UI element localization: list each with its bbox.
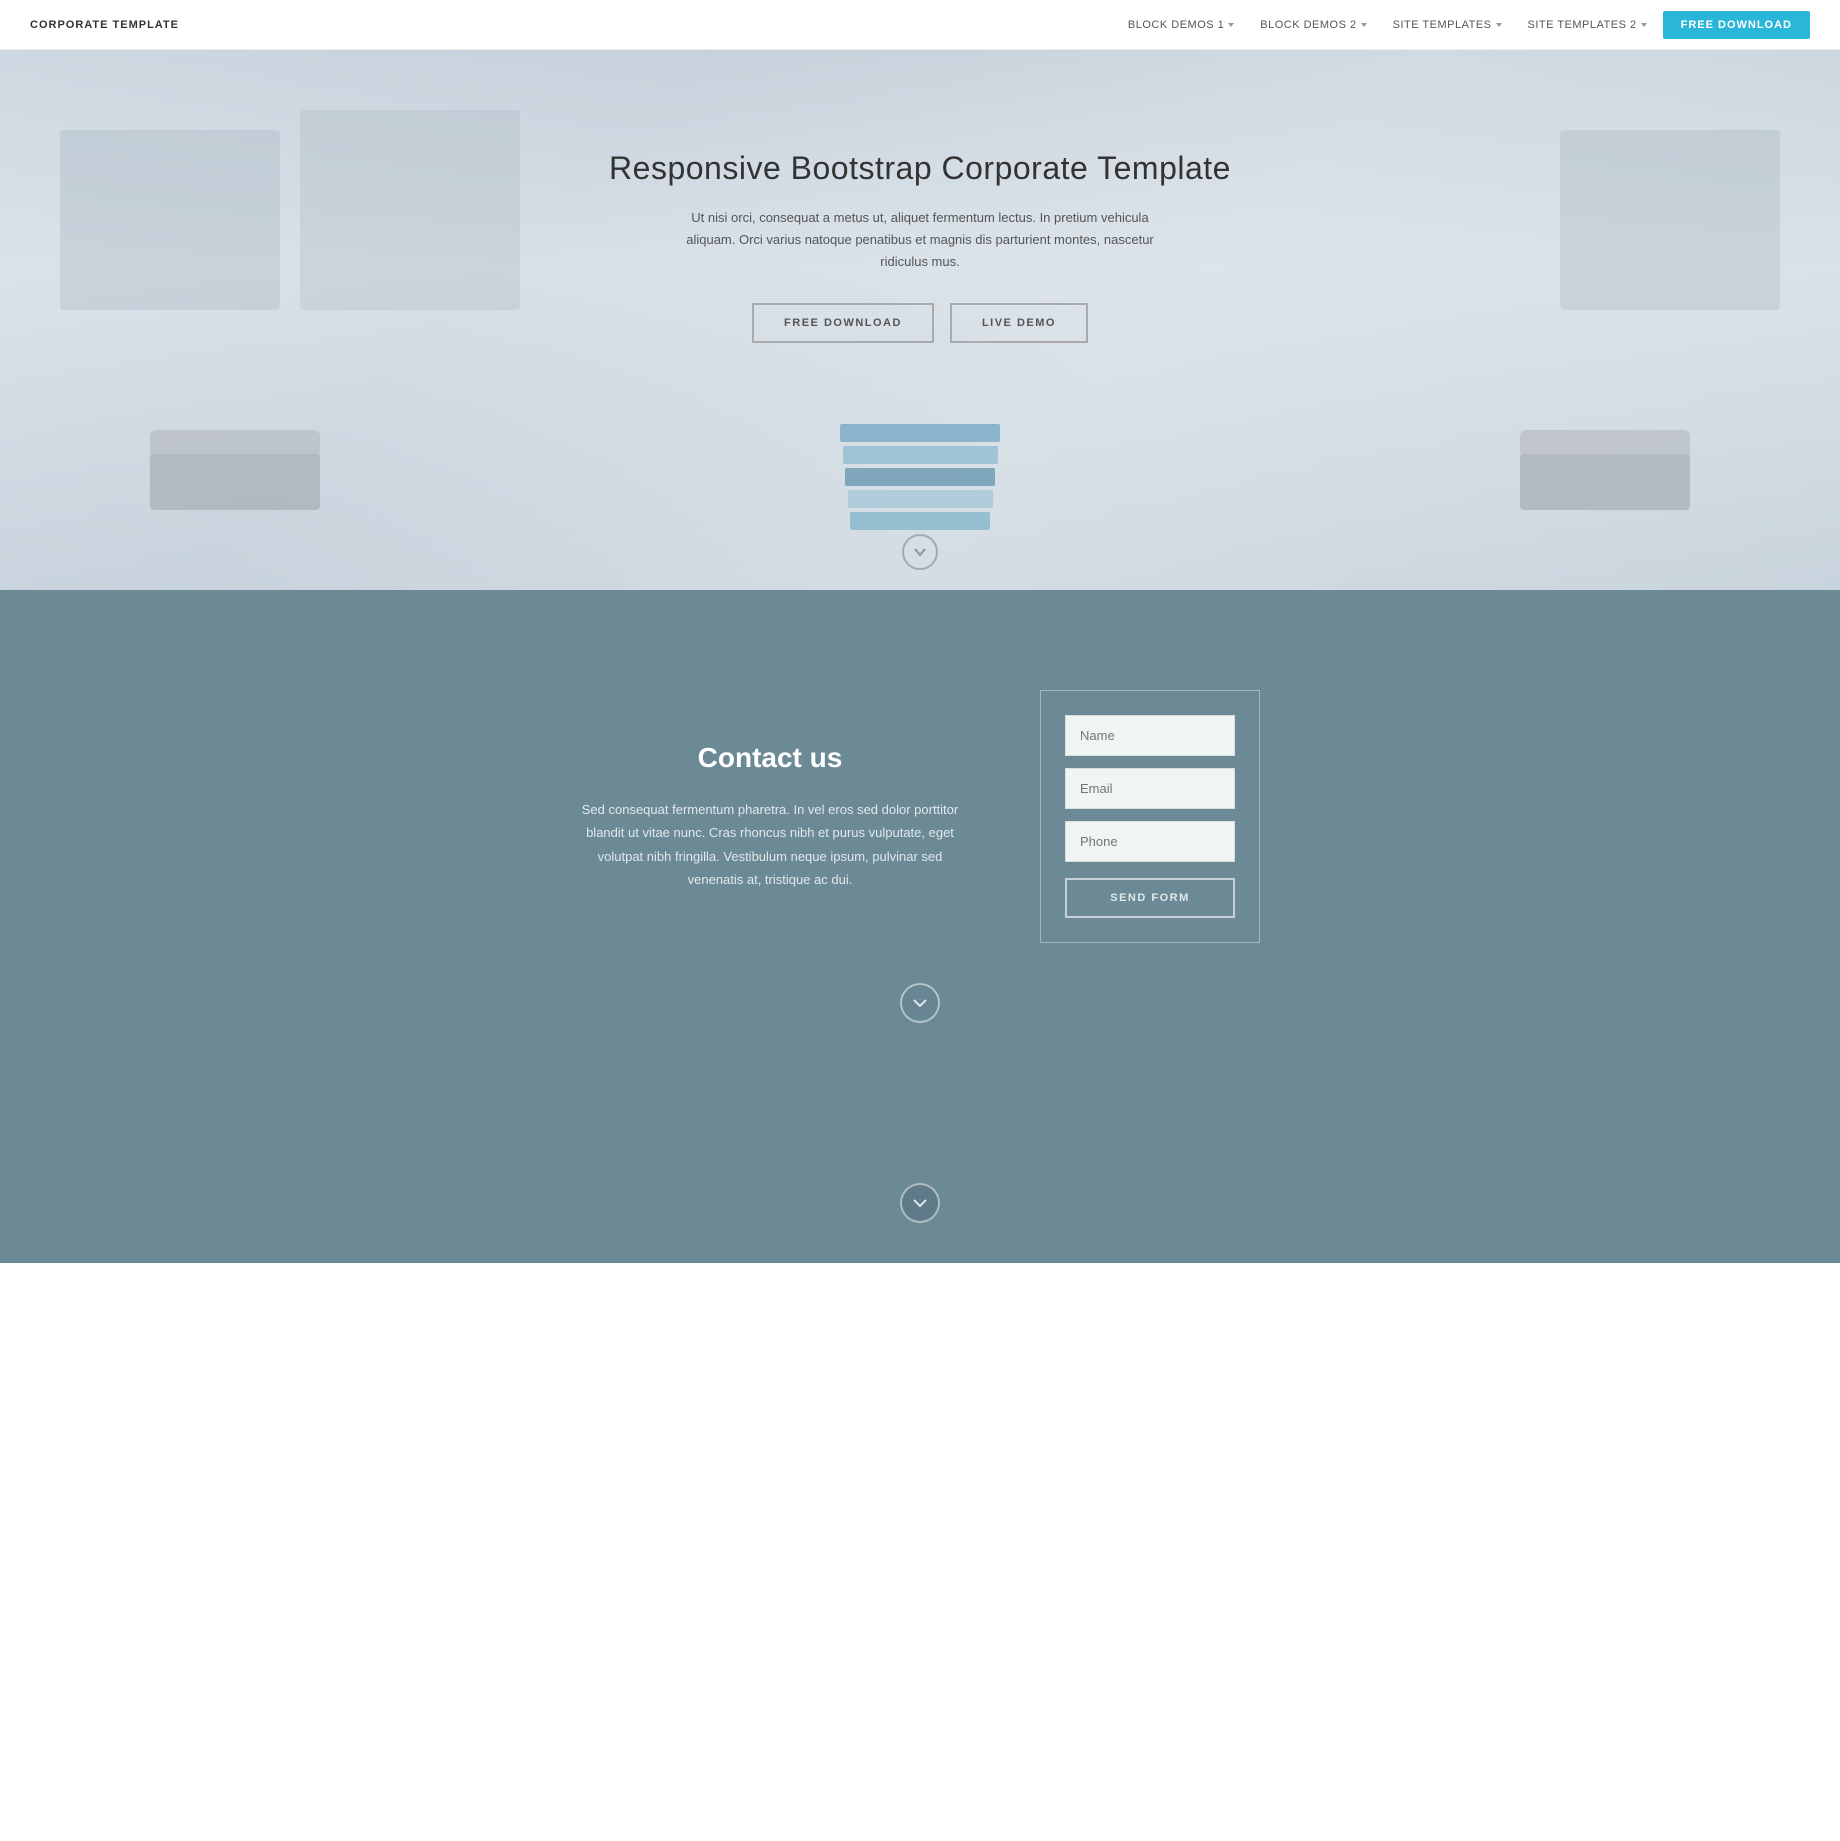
hero-shelf-right — [1560, 130, 1780, 310]
sofa-right-decoration — [1520, 450, 1690, 510]
nav-brand: CORPORATE TEMPLATE — [30, 19, 179, 31]
nav-link-site-templates-2[interactable]: SITE TEMPLATES 2 — [1518, 13, 1657, 37]
caret-icon — [1496, 23, 1502, 27]
hero-description: Ut nisi orci, consequat a metus ut, aliq… — [670, 207, 1170, 273]
contact-left-column: Contact us Sed consequat fermentum phare… — [580, 742, 960, 892]
chevron-down-icon — [912, 1195, 928, 1211]
book-stack — [820, 410, 1020, 530]
contact-email-input[interactable] — [1065, 768, 1235, 809]
book-3 — [845, 468, 995, 486]
hero-live-demo-button[interactable]: LIVE DEMO — [950, 303, 1088, 343]
nav-link-block-demos-1[interactable]: BLOCK DEMOS 1 — [1118, 13, 1244, 37]
caret-icon — [1641, 23, 1647, 27]
nav-link-block-demos-2[interactable]: BLOCK DEMOS 2 — [1250, 13, 1376, 37]
hero-buttons: FREE DOWNLOAD LIVE DEMO — [609, 303, 1231, 343]
hero-shelf-left — [60, 130, 280, 310]
nav-link-site-templates[interactable]: SITE TEMPLATES — [1383, 13, 1512, 37]
hero-title: Responsive Bootstrap Corporate Template — [609, 150, 1231, 187]
caret-icon — [1228, 23, 1234, 27]
contact-send-button[interactable]: SEND FORM — [1065, 878, 1235, 918]
book-4 — [848, 490, 993, 508]
contact-phone-input[interactable] — [1065, 821, 1235, 862]
bottom-section — [0, 1063, 1840, 1263]
hero-shelf-mid — [300, 110, 520, 310]
sofa-left-decoration — [150, 450, 320, 510]
chevron-down-icon — [912, 995, 928, 1011]
contact-form: SEND FORM — [1040, 690, 1260, 943]
hero-section: Responsive Bootstrap Corporate Template … — [0, 50, 1840, 590]
hero-books-decoration — [820, 410, 1020, 530]
bottom-scroll-arrow[interactable] — [900, 1183, 940, 1223]
contact-description: Sed consequat fermentum pharetra. In vel… — [580, 798, 960, 892]
hero-free-download-button[interactable]: FREE DOWNLOAD — [752, 303, 934, 343]
contact-name-input[interactable] — [1065, 715, 1235, 756]
hero-scroll-arrow[interactable] — [902, 534, 938, 570]
nav-free-download-button[interactable]: FREE DOWNLOAD — [1663, 11, 1810, 39]
book-5 — [850, 512, 990, 530]
contact-scroll-arrow[interactable] — [900, 983, 940, 1023]
contact-section: Contact us Sed consequat fermentum phare… — [0, 590, 1840, 1063]
book-1 — [840, 424, 1000, 442]
navbar: CORPORATE TEMPLATE BLOCK DEMOS 1 BLOCK D… — [0, 0, 1840, 50]
caret-icon — [1361, 23, 1367, 27]
contact-title: Contact us — [580, 742, 960, 774]
chevron-down-icon — [913, 545, 927, 559]
book-2 — [843, 446, 998, 464]
hero-content: Responsive Bootstrap Corporate Template … — [589, 150, 1251, 343]
nav-links: BLOCK DEMOS 1 BLOCK DEMOS 2 SITE TEMPLAT… — [1118, 11, 1810, 39]
